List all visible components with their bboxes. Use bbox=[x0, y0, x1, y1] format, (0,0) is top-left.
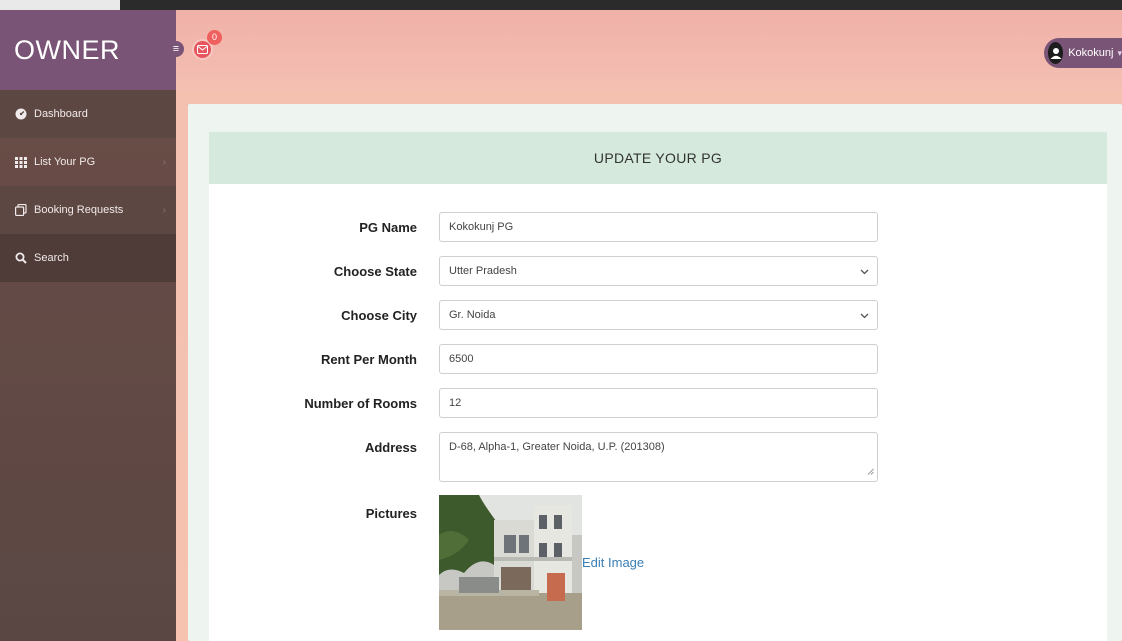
rent-input[interactable]: 6500 bbox=[439, 344, 878, 374]
avatar-icon bbox=[1048, 42, 1064, 64]
sidebar: Dashboard List Your PG › Booking Request… bbox=[0, 90, 176, 641]
form-row-rent: Rent Per Month 6500 bbox=[209, 344, 1107, 374]
browser-top-strip-light bbox=[0, 0, 120, 10]
sidebar-item-booking-requests[interactable]: Booking Requests › bbox=[0, 186, 176, 234]
address-value: D-68, Alpha-1, Greater Noida, U.P. (2013… bbox=[449, 441, 665, 453]
form-row-rooms: Number of Rooms 12 bbox=[209, 388, 1107, 418]
brand-title[interactable]: OWNER bbox=[0, 10, 176, 90]
rent-label: Rent Per Month bbox=[320, 352, 417, 367]
sidebar-item-label: Dashboard bbox=[34, 108, 88, 120]
rooms-input[interactable]: 12 bbox=[439, 388, 878, 418]
city-label: Choose City bbox=[341, 308, 417, 323]
chevron-right-icon: › bbox=[162, 204, 166, 216]
card-heading: UPDATE YOUR PG bbox=[209, 132, 1107, 184]
sidebar-item-label: List Your PG bbox=[34, 156, 96, 168]
user-name: Kokokunj bbox=[1068, 47, 1114, 59]
search-icon bbox=[14, 251, 28, 265]
sidebar-item-search[interactable]: Search bbox=[0, 234, 176, 282]
rooms-label: Number of Rooms bbox=[304, 396, 417, 411]
address-label: Address bbox=[364, 440, 417, 455]
browser-top-strip bbox=[0, 0, 1122, 10]
resize-handle-icon[interactable] bbox=[867, 466, 874, 478]
copy-icon bbox=[14, 203, 28, 217]
pg-name-input[interactable]: Kokokunj PG bbox=[439, 212, 878, 242]
user-menu-button[interactable]: Kokokunj ▾ bbox=[1044, 38, 1122, 68]
address-textarea[interactable]: D-68, Alpha-1, Greater Noida, U.P. (2013… bbox=[439, 432, 878, 482]
sidebar-item-label: Booking Requests bbox=[34, 204, 124, 216]
form-row-state: Choose State Utter Pradesh bbox=[209, 256, 1107, 286]
form-row-city: Choose City Gr. Noida bbox=[209, 300, 1107, 330]
sidebar-item-dashboard[interactable]: Dashboard bbox=[0, 90, 176, 138]
form-row-address: Address D-68, Alpha-1, Greater Noida, U.… bbox=[209, 432, 1107, 482]
state-select-value: Utter Pradesh bbox=[449, 265, 517, 277]
pg-photo-thumbnail bbox=[439, 495, 582, 630]
state-label: Choose State bbox=[333, 264, 417, 279]
sidebar-item-label: Search bbox=[34, 252, 69, 264]
notification-badge: 0 bbox=[207, 30, 222, 45]
city-select[interactable]: Gr. Noida bbox=[439, 300, 878, 330]
pictures-label: Pictures bbox=[365, 506, 417, 521]
grid-icon bbox=[14, 155, 28, 169]
chevron-down-icon bbox=[860, 310, 869, 322]
edit-image-link[interactable]: Edit Image bbox=[582, 555, 644, 570]
menu-toggle-icon[interactable]: ≡ bbox=[168, 41, 184, 57]
chevron-right-icon: › bbox=[162, 156, 166, 168]
state-select[interactable]: Utter Pradesh bbox=[439, 256, 878, 286]
form-row-pictures: Pictures bbox=[209, 498, 1107, 521]
city-select-value: Gr. Noida bbox=[449, 309, 496, 321]
update-pg-card: UPDATE YOUR PG PG Name Kokokunj PG Choos… bbox=[209, 132, 1107, 641]
form-row-pg-name: PG Name Kokokunj PG bbox=[209, 212, 1107, 242]
pg-name-label: PG Name bbox=[359, 220, 417, 235]
chevron-down-icon: ▾ bbox=[1117, 47, 1122, 58]
dashboard-icon bbox=[14, 107, 28, 121]
chevron-down-icon bbox=[860, 266, 869, 278]
sidebar-item-list-your-pg[interactable]: List Your PG › bbox=[0, 138, 176, 186]
top-header bbox=[176, 10, 1122, 90]
